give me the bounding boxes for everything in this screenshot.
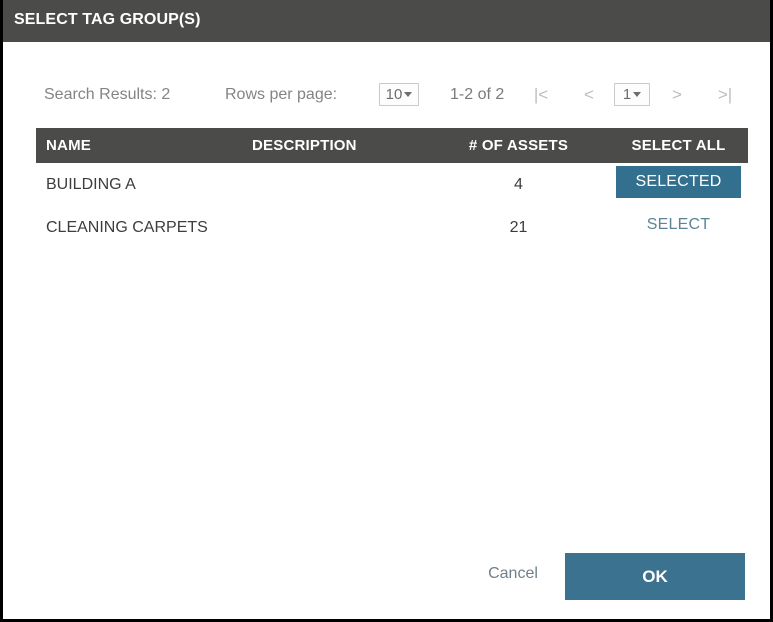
page-range-label: 1-2 of 2 xyxy=(450,86,505,103)
dialog-footer: Cancel OK xyxy=(3,548,770,608)
pagination-toolbar: Search Results: 2 Rows per page: 10 1-2 … xyxy=(3,78,770,112)
dialog-titlebar: SELECT TAG GROUP(S) xyxy=(3,0,770,42)
table-row[interactable]: BUILDING A 4 SELECTED xyxy=(36,163,748,206)
table-header-row: NAME DESCRIPTION # OF ASSETS SELECT ALL xyxy=(36,128,748,163)
tag-groups-table: NAME DESCRIPTION # OF ASSETS SELECT ALL … xyxy=(36,128,748,249)
chevron-down-icon xyxy=(404,92,413,97)
table-row[interactable]: CLEANING CARPETS 21 SELECT xyxy=(36,206,748,249)
row-select-toggle[interactable]: SELECTED xyxy=(616,166,741,198)
cell-assets: 21 xyxy=(509,219,528,236)
column-header-description: DESCRIPTION xyxy=(252,137,357,154)
search-results-count: Search Results: 2 xyxy=(44,86,171,103)
ok-button[interactable]: OK xyxy=(565,553,745,600)
cell-select-action: SELECT xyxy=(616,206,741,249)
cell-assets: 4 xyxy=(514,176,523,193)
row-select-toggle[interactable]: SELECT xyxy=(616,209,741,241)
cell-select-action: SELECTED xyxy=(616,163,741,206)
cell-name: BUILDING A xyxy=(46,176,136,193)
cell-name: CLEANING CARPETS xyxy=(46,219,208,236)
rows-per-page-value: 10 xyxy=(385,86,403,103)
cancel-button[interactable]: Cancel xyxy=(472,558,554,590)
dialog-title: SELECT TAG GROUP(S) xyxy=(14,11,201,28)
column-header-name: NAME xyxy=(46,137,91,154)
previous-page-button[interactable]: < xyxy=(578,78,600,112)
rows-per-page-label: Rows per page: xyxy=(225,86,338,103)
next-page-button[interactable]: > xyxy=(666,78,688,112)
column-header-assets: # OF ASSETS xyxy=(468,137,569,154)
page-number-select[interactable]: 1 xyxy=(614,83,650,106)
select-tag-groups-dialog: SELECT TAG GROUP(S) Search Results: 2 Ro… xyxy=(0,0,773,622)
column-header-select-all[interactable]: SELECT ALL xyxy=(616,128,741,163)
chevron-down-icon xyxy=(633,92,642,97)
rows-per-page-select[interactable]: 10 xyxy=(379,83,419,106)
page-number-value: 1 xyxy=(622,86,632,103)
last-page-button[interactable]: >| xyxy=(714,78,736,112)
first-page-button[interactable]: |< xyxy=(530,78,552,112)
